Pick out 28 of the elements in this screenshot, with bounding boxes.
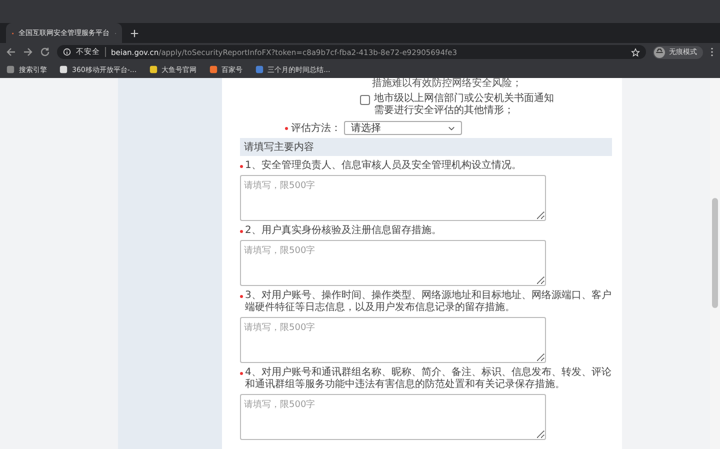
forward-icon[interactable] — [23, 47, 33, 57]
incognito-icon — [654, 46, 665, 58]
back-icon[interactable] — [6, 47, 16, 57]
field-label: 评估方法： — [291, 122, 341, 135]
question-label: 4、对用户账号和通讯群组名称、昵称、简介、备注、标识、信息发布、转发、评论和通讯群组等服务功能中违法有害信息的防范处置和有关记录保存措施。 — [245, 367, 612, 391]
answer-field[interactable]: 请填写，限500字 — [240, 394, 546, 440]
new-tab-icon[interactable] — [130, 29, 139, 38]
menu-icon[interactable] — [710, 47, 714, 57]
method-select[interactable]: 请选择 — [344, 121, 462, 135]
info-icon — [63, 48, 71, 56]
bookmark-icon — [148, 65, 158, 74]
checkbox-label: 地市级以上网信部门或公安机关书面通知需要进行安全评估的其他情形； — [374, 93, 555, 117]
section-header: 请填写主要内容 — [240, 138, 612, 156]
caret-icon — [448, 126, 455, 130]
answer-field[interactable]: 请填写，限500字 — [240, 240, 546, 286]
star-icon[interactable] — [631, 48, 640, 56]
option-text: 措施难以有效防控网络安全风险； — [371, 78, 523, 90]
question-label: 1、安全管理负责人、信息审核人员及安全管理机构设立情况。 — [245, 160, 522, 172]
bookmark-icon — [6, 65, 15, 74]
answer-field[interactable]: 请填写，限500字 — [240, 175, 546, 221]
checkbox[interactable] — [360, 95, 370, 105]
reload-icon[interactable] — [40, 47, 50, 57]
bookmark-icon — [254, 65, 264, 74]
question-label: 2、用户真实身份核验及注册信息留存措施。 — [245, 225, 442, 237]
bookmark-icon — [59, 65, 68, 74]
question-label: 3、对用户账号、操作时间、操作类型、网络源地址和目标地址、网络源端口、客户端硬件特征等日志信息，以及用户发布信息记录的留存措施。 — [245, 290, 612, 314]
answer-field[interactable]: 请填写，限500字 — [240, 317, 546, 363]
bookmark-icon — [208, 65, 218, 74]
